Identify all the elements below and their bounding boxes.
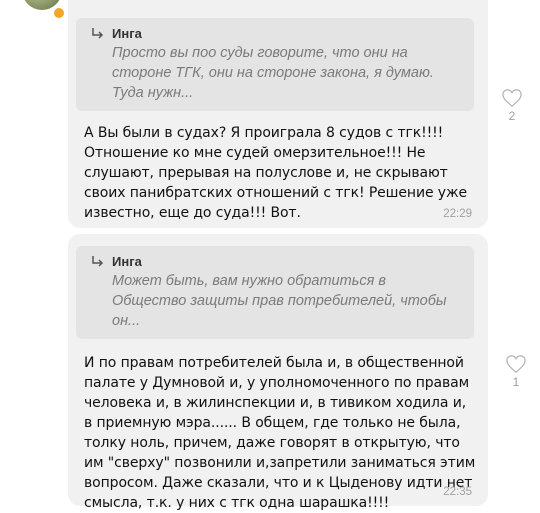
quote-author[interactable]: Инга xyxy=(112,254,142,269)
quote-text: Может быть, вам нужно обратиться в Общес… xyxy=(112,273,447,329)
online-status-dot xyxy=(52,6,66,20)
message-time: 22:35 xyxy=(443,486,472,498)
reply-arrow-icon xyxy=(92,255,104,267)
like-button[interactable]: 1 xyxy=(503,354,529,389)
message-text: И по правам потребителей была и, в общес… xyxy=(84,355,476,511)
message-bubble: Инга Просто вы поо суды говорите, что он… xyxy=(68,0,488,228)
message-text: А Вы были в судах? Я проиграла 8 судов с… xyxy=(84,125,468,221)
quoted-message[interactable]: Инга Может быть, вам нужно обратиться в … xyxy=(76,246,474,339)
like-count: 1 xyxy=(512,375,520,389)
quote-text: Просто вы поо суды говорите, что они на … xyxy=(112,45,434,101)
like-count: 2 xyxy=(508,109,516,123)
heart-icon xyxy=(506,355,526,374)
quote-author[interactable]: Инга xyxy=(112,26,142,41)
like-button[interactable]: 2 xyxy=(499,88,525,123)
reply-arrow-icon xyxy=(92,27,104,39)
heart-icon xyxy=(502,89,522,108)
message-time: 22:29 xyxy=(443,208,472,220)
message-bubble: Инга Может быть, вам нужно обратиться в … xyxy=(68,234,488,511)
quoted-message[interactable]: Инга Просто вы поо суды говорите, что он… xyxy=(76,18,474,111)
